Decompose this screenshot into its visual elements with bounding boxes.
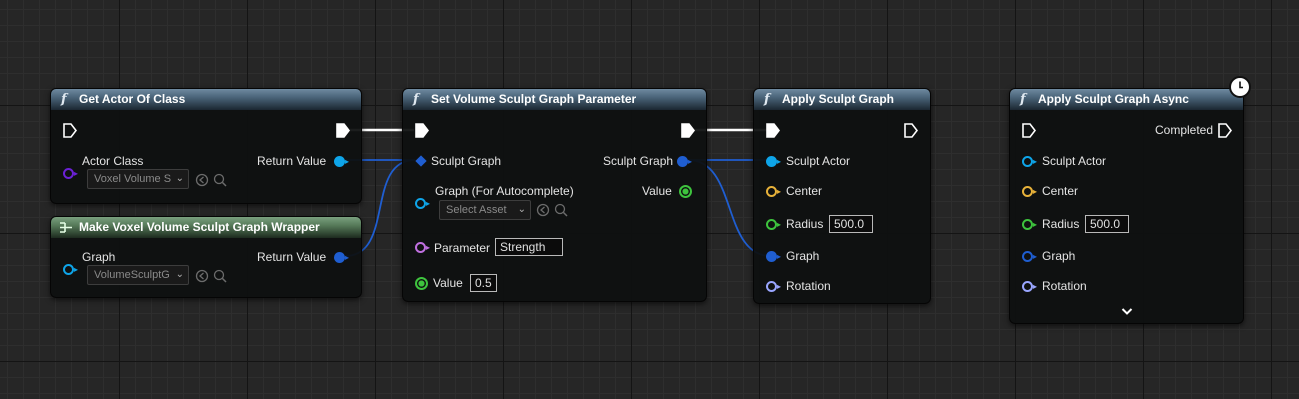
center-label: Center xyxy=(1042,184,1079,198)
return-value-label: Return Value xyxy=(257,250,327,264)
sculpt-graph-out-pin[interactable] xyxy=(677,156,688,167)
graph-dropdown[interactable]: VolumeSculptG ⌄ xyxy=(87,265,189,285)
pin-arrow-icon: ▸ xyxy=(74,265,79,274)
pin-arrow-icon: ▸ xyxy=(426,243,431,252)
graph-autocomplete-pin[interactable] xyxy=(415,198,426,209)
node-title[interactable]: f Set Volume Sculpt Graph Parameter xyxy=(403,89,706,110)
radius-input[interactable]: 500.0 xyxy=(1085,215,1129,233)
radius-label: Radius xyxy=(1042,217,1080,231)
node-set-sculpt-graph-parameter[interactable]: f Set Volume Sculpt Graph Parameter Scul… xyxy=(402,88,707,302)
function-icon: f xyxy=(764,92,770,107)
rotation-pin[interactable] xyxy=(1022,281,1033,292)
node-title[interactable]: f Apply Sculpt Graph xyxy=(754,89,930,110)
actor-class-label: Actor Class xyxy=(82,154,144,168)
actor-class-pin[interactable] xyxy=(63,168,74,179)
pin-arrow-icon: ▸ xyxy=(1033,157,1038,166)
pin-arrow-icon: ▸ xyxy=(1033,187,1038,196)
browse-icon[interactable] xyxy=(195,173,209,187)
rotation-label: Rotation xyxy=(1042,279,1087,293)
return-value-pin[interactable] xyxy=(334,252,345,263)
rotation-label: Rotation xyxy=(786,279,831,293)
pin-arrow-icon: ▸ xyxy=(688,157,693,166)
pin-arrow-icon: ▸ xyxy=(777,157,782,166)
sculpt-graph-in-label: Sculpt Graph xyxy=(431,154,502,168)
exec-in-pin[interactable] xyxy=(1021,123,1036,138)
exec-out-pin[interactable] xyxy=(903,123,918,138)
graph-pin[interactable] xyxy=(63,264,74,275)
center-pin[interactable] xyxy=(766,186,777,197)
pin-arrow-icon: ▸ xyxy=(777,282,782,291)
pin-arrow-icon: ▸ xyxy=(345,157,350,166)
radius-pin[interactable] xyxy=(1022,219,1033,230)
chevron-down-icon: ⌄ xyxy=(175,269,184,280)
pin-arrow-icon: ▸ xyxy=(777,220,782,229)
browse-icon[interactable] xyxy=(195,269,209,283)
make-struct-icon xyxy=(60,222,72,233)
pin-arrow-icon: ▸ xyxy=(345,253,350,262)
value-in-pin[interactable] xyxy=(415,277,428,290)
parameter-pin[interactable] xyxy=(415,242,426,253)
radius-label: Radius xyxy=(786,217,824,231)
graph-label: Graph xyxy=(786,249,820,263)
node-title[interactable]: f Apply Sculpt Graph Async xyxy=(1010,89,1243,110)
node-apply-sculpt-graph[interactable]: f Apply Sculpt Graph ▸ Sculpt Actor ▸ Ce… xyxy=(753,88,931,304)
node-make-sculpt-graph-wrapper[interactable]: Make Voxel Volume Sculpt Graph Wrapper G… xyxy=(50,216,362,298)
graph-label: Graph xyxy=(82,250,116,264)
radius-pin[interactable] xyxy=(766,219,777,230)
radius-input[interactable]: 500.0 xyxy=(829,215,873,233)
pin-arrow-icon: ▸ xyxy=(1033,282,1038,291)
latent-clock-icon xyxy=(1229,76,1251,98)
search-icon[interactable] xyxy=(213,173,227,187)
value-label: Value xyxy=(433,276,463,290)
graph-pin[interactable] xyxy=(1022,251,1033,262)
value-input[interactable]: 0.5 xyxy=(470,274,497,292)
chevron-down-icon[interactable] xyxy=(1121,307,1133,316)
parameter-label: Parameter xyxy=(434,241,491,255)
sculpt-graph-in-pin[interactable] xyxy=(415,155,427,167)
center-pin[interactable] xyxy=(1022,186,1033,197)
exec-in-pin[interactable] xyxy=(414,123,429,138)
completed-exec-pin[interactable] xyxy=(1217,123,1232,138)
pin-arrow-icon: ▸ xyxy=(426,199,431,208)
parameter-input[interactable]: Strength xyxy=(495,238,563,256)
node-title[interactable]: f Get Actor Of Class xyxy=(51,89,361,110)
sculpt-actor-pin[interactable] xyxy=(766,156,777,167)
graph-autocomplete-label: Graph (For Autocomplete) xyxy=(435,184,574,198)
search-icon[interactable] xyxy=(213,269,227,283)
search-icon[interactable] xyxy=(554,203,568,217)
function-icon: f xyxy=(61,92,67,107)
pin-arrow-icon: ▸ xyxy=(1033,220,1038,229)
function-icon: f xyxy=(1020,92,1026,107)
function-icon: f xyxy=(413,92,419,107)
actor-class-dropdown[interactable]: Voxel Volume S ⌄ xyxy=(87,169,189,189)
graph-autocomplete-dropdown[interactable]: Select Asset ⌄ xyxy=(439,200,531,220)
browse-icon[interactable] xyxy=(536,203,550,217)
sculpt-actor-label: Sculpt Actor xyxy=(1042,154,1107,168)
exec-in-pin[interactable] xyxy=(765,123,780,138)
completed-label: Completed xyxy=(1155,123,1214,137)
rotation-pin[interactable] xyxy=(766,281,777,292)
exec-out-pin[interactable] xyxy=(335,123,350,138)
return-value-pin[interactable] xyxy=(334,156,345,167)
return-value-label: Return Value xyxy=(257,154,327,168)
node-get-actor-of-class[interactable]: f Get Actor Of Class Actor Class Return … xyxy=(50,88,362,204)
pin-arrow-icon: ▸ xyxy=(777,187,782,196)
center-label: Center xyxy=(786,184,823,198)
value-out-label: Value xyxy=(642,184,672,198)
node-title[interactable]: Make Voxel Volume Sculpt Graph Wrapper xyxy=(51,217,361,238)
node-apply-sculpt-graph-async[interactable]: f Apply Sculpt Graph Async Completed ▸ S… xyxy=(1009,88,1244,324)
sculpt-actor-label: Sculpt Actor xyxy=(786,154,851,168)
pin-arrow-icon: ▸ xyxy=(777,252,782,261)
exec-out-pin[interactable] xyxy=(680,123,695,138)
sculpt-actor-pin[interactable] xyxy=(1022,156,1033,167)
chevron-down-icon: ⌄ xyxy=(517,204,526,215)
pin-arrow-icon: ▸ xyxy=(1033,252,1038,261)
pin-arrow-icon: ▸ xyxy=(74,169,79,178)
graph-label: Graph xyxy=(1042,249,1076,263)
chevron-down-icon: ⌄ xyxy=(175,173,184,184)
value-out-pin[interactable] xyxy=(679,185,692,198)
graph-pin[interactable] xyxy=(766,251,777,262)
sculpt-graph-out-label: Sculpt Graph xyxy=(603,154,674,168)
exec-in-pin[interactable] xyxy=(62,123,77,138)
